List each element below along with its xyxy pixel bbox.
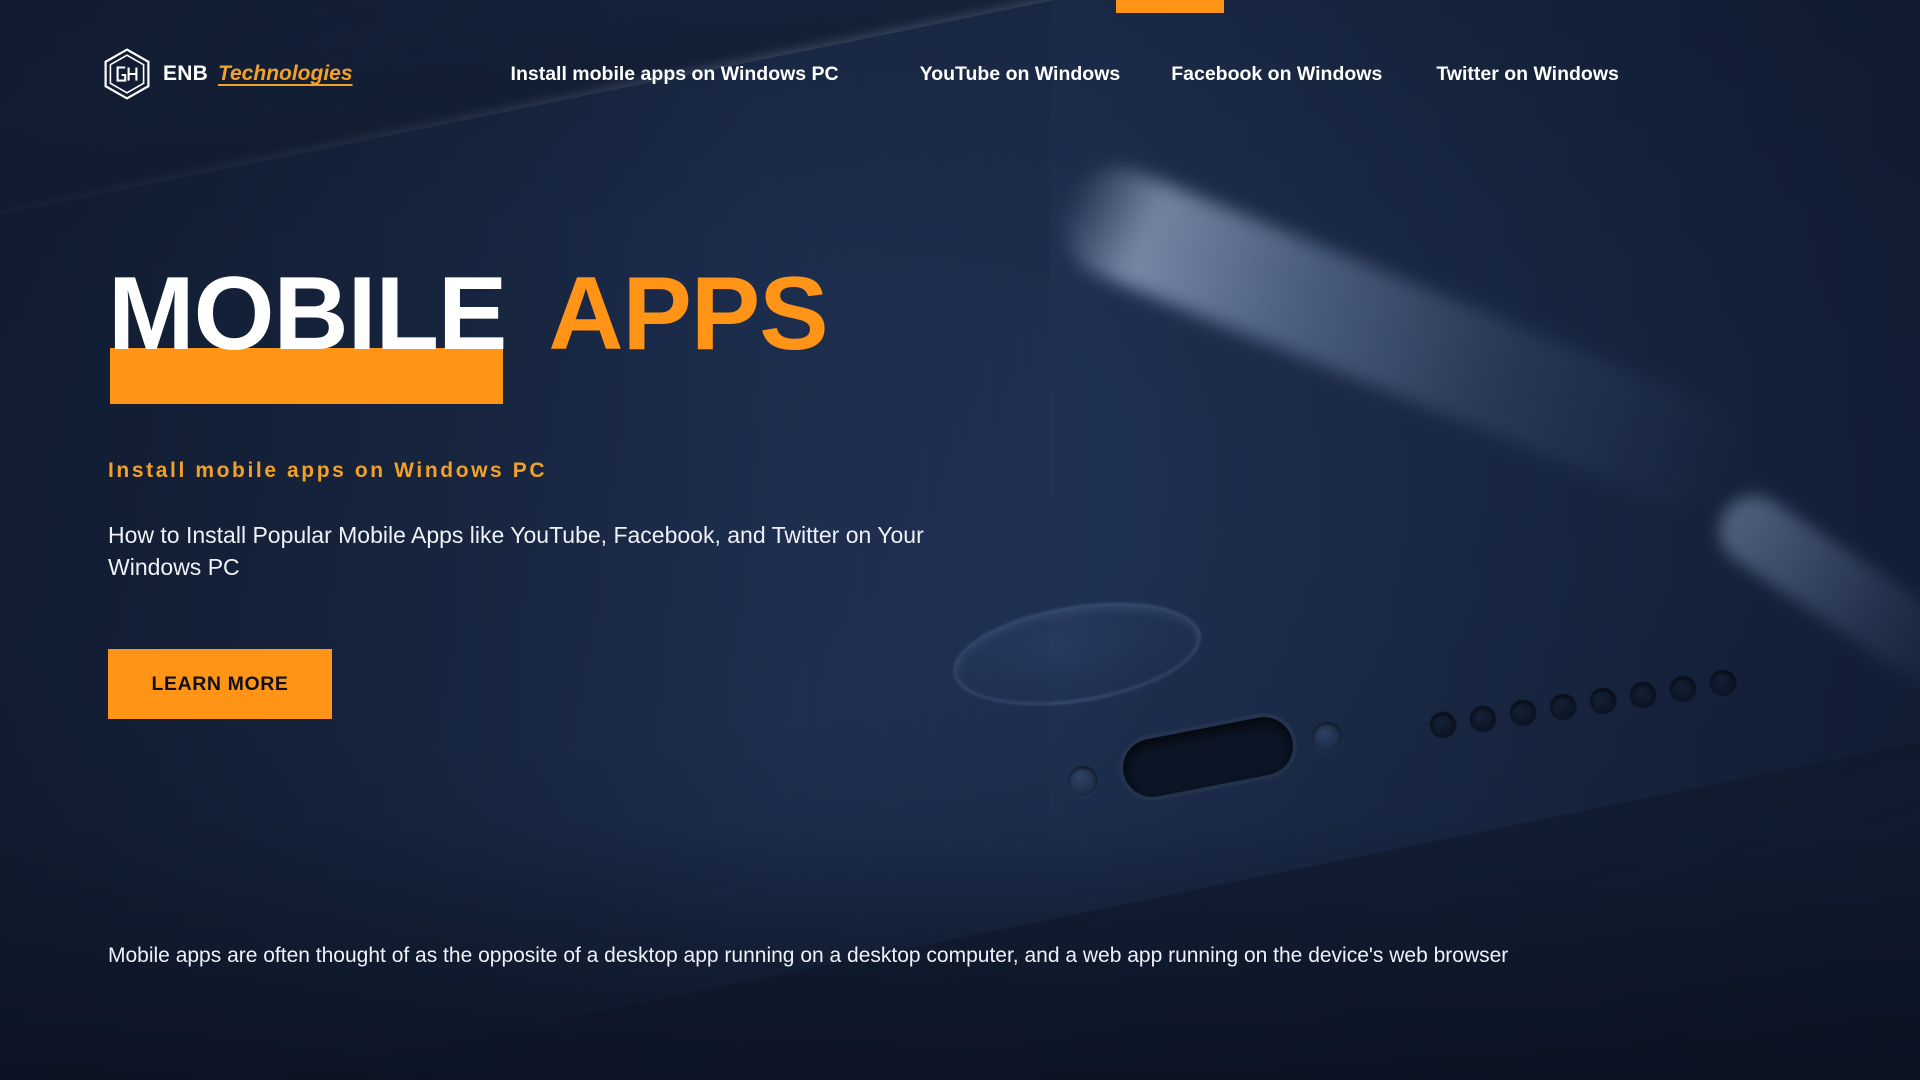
hero-content: MOBILE APPS Install mobile apps on Windo… <box>108 262 928 720</box>
headline-primary-word: MOBILE <box>108 256 507 372</box>
site-header: ENB Technologies Install mobile apps on … <box>0 0 1920 148</box>
headline-row: MOBILE APPS <box>108 262 928 366</box>
top-accent-tab <box>1116 0 1224 13</box>
nav-item-install-mobile-apps[interactable]: Install mobile apps on Windows PC <box>511 63 839 86</box>
learn-more-button[interactable]: LEARN MORE <box>108 649 332 720</box>
hero-subtitle: Install mobile apps on Windows PC <box>108 459 548 482</box>
hero-lead-paragraph: How to Install Popular Mobile Apps like … <box>108 522 924 580</box>
main-navigation: Install mobile apps on Windows PC YouTub… <box>511 63 1619 86</box>
brand-subname: Technologies <box>217 62 353 85</box>
brand-name: ENB <box>163 62 208 85</box>
hero-bottom-note: Mobile apps are often thought of as the … <box>108 944 1509 967</box>
nav-item-facebook-on-windows[interactable]: Facebook on Windows <box>1171 63 1382 86</box>
nav-item-twitter-on-windows[interactable]: Twitter on Windows <box>1436 63 1619 86</box>
brand-text: ENB Technologies <box>163 62 353 86</box>
headline-accent-word: APPS <box>548 256 828 372</box>
hexagon-monogram-logo-icon <box>104 48 150 100</box>
brand-logo-link[interactable]: ENB Technologies <box>104 48 353 100</box>
nav-item-youtube-on-windows[interactable]: YouTube on Windows <box>920 63 1121 86</box>
page-title: MOBILE APPS <box>108 262 928 404</box>
